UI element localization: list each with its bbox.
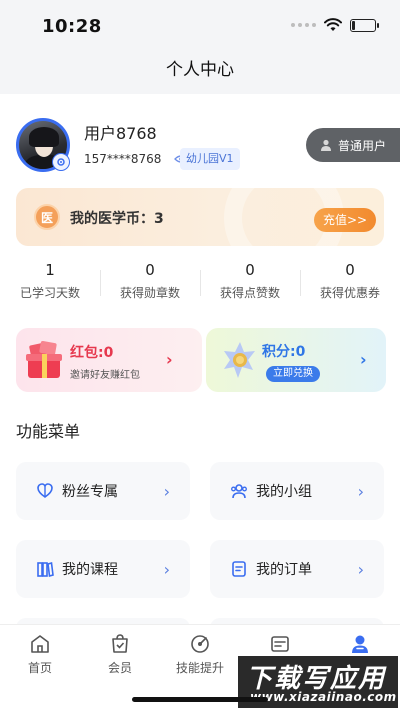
menu-fans-exclusive[interactable]: 粉丝专属 › [16, 462, 190, 520]
menu-my-courses[interactable]: 我的课程 › [16, 540, 190, 598]
battery-icon [350, 18, 379, 32]
home-indicator [132, 697, 268, 702]
medical-coin-card[interactable]: 医 我的医学币：3 充值>> [16, 188, 384, 246]
tab-label: 首页 [27, 661, 52, 675]
home-icon [31, 635, 49, 653]
user-icon [321, 139, 331, 151]
points-badge-icon [224, 342, 255, 378]
medical-coin-label: 我的医学币：3 [70, 211, 164, 227]
medical-coin-icon: 医 [34, 204, 60, 230]
order-icon [232, 561, 246, 577]
username: 用户8768 [84, 124, 157, 143]
gift-icon [26, 341, 62, 378]
page-title: 个人中心 [166, 60, 234, 80]
watermark-url: www.xiazaiinao.com [250, 690, 397, 704]
stat-label: 获得优惠券 [319, 286, 380, 300]
stat-likes[interactable]: 0 获得点赞数 [200, 258, 300, 308]
points-card[interactable]: 积分:0 立即兑换 › [206, 328, 386, 392]
stat-value: 1 [45, 261, 55, 279]
stat-label: 获得点赞数 [219, 286, 280, 300]
chevron-right-icon: › [357, 481, 364, 501]
chevron-right-icon: › [360, 350, 367, 369]
stat-value: 0 [245, 261, 255, 279]
status-icons [291, 18, 379, 32]
discover-icon [271, 636, 289, 652]
menu-my-group[interactable]: 我的小组 › [210, 462, 384, 520]
stat-label: 获得勋章数 [119, 286, 180, 300]
stat-value: 0 [145, 261, 155, 279]
recharge-button[interactable]: 充值>> [314, 208, 376, 232]
tab-label: 技能提升 [175, 661, 224, 675]
tab-home[interactable]: 首页 [0, 625, 80, 711]
chevron-right-icon: › [357, 559, 364, 579]
chevron-right-icon: › [166, 350, 173, 369]
level-badge: 幼儿园V1 [180, 148, 240, 170]
user-type-badge[interactable]: 普通用户 [306, 128, 400, 162]
stats-row: 1 已学习天数 0 获得勋章数 0 获得点赞数 0 获得优惠券 [0, 258, 400, 308]
status-time: 10:28 [42, 16, 102, 37]
stat-label: 已学习天数 [19, 286, 80, 300]
menu-label: 粉丝专属 [62, 484, 118, 500]
section-title: 功能菜单 [16, 422, 81, 441]
heart-outline-icon [37, 483, 53, 498]
red-packet-title: 红包:0 [70, 345, 114, 361]
nav-bar: 个人中心 [0, 50, 400, 94]
stat-medals[interactable]: 0 获得勋章数 [100, 258, 200, 308]
phone-number: 157****8768 [84, 152, 162, 166]
user-type-label: 普通用户 [338, 138, 387, 153]
profile-icon [352, 635, 368, 653]
chevron-right-icon: › [163, 559, 170, 579]
red-packet-subtitle: 邀请好友赚红包 [70, 370, 140, 381]
menu-my-orders[interactable]: 我的订单 › [210, 540, 384, 598]
wifi-icon [324, 18, 342, 31]
points-title: 积分:0 [262, 344, 306, 360]
signal-icon [291, 23, 316, 27]
stat-study-days[interactable]: 1 已学习天数 [0, 258, 100, 308]
redeem-button[interactable]: 立即兑换 [266, 366, 320, 382]
skill-icon [191, 635, 209, 653]
menu-label: 我的订单 [256, 562, 312, 578]
group-icon [231, 484, 247, 499]
stat-coupons[interactable]: 0 获得优惠券 [300, 258, 400, 308]
member-icon [112, 634, 128, 653]
books-icon [37, 561, 54, 578]
stat-value: 0 [345, 261, 355, 279]
settings-badge-icon[interactable] [52, 153, 70, 171]
menu-label: 我的课程 [62, 562, 118, 578]
chevron-right-icon: › [163, 481, 170, 501]
menu-label: 我的小组 [256, 484, 312, 500]
red-packet-card[interactable]: 红包:0 邀请好友赚红包 › [16, 328, 202, 392]
tab-label: 会员 [107, 661, 132, 675]
status-bar: 10:28 [0, 0, 400, 50]
